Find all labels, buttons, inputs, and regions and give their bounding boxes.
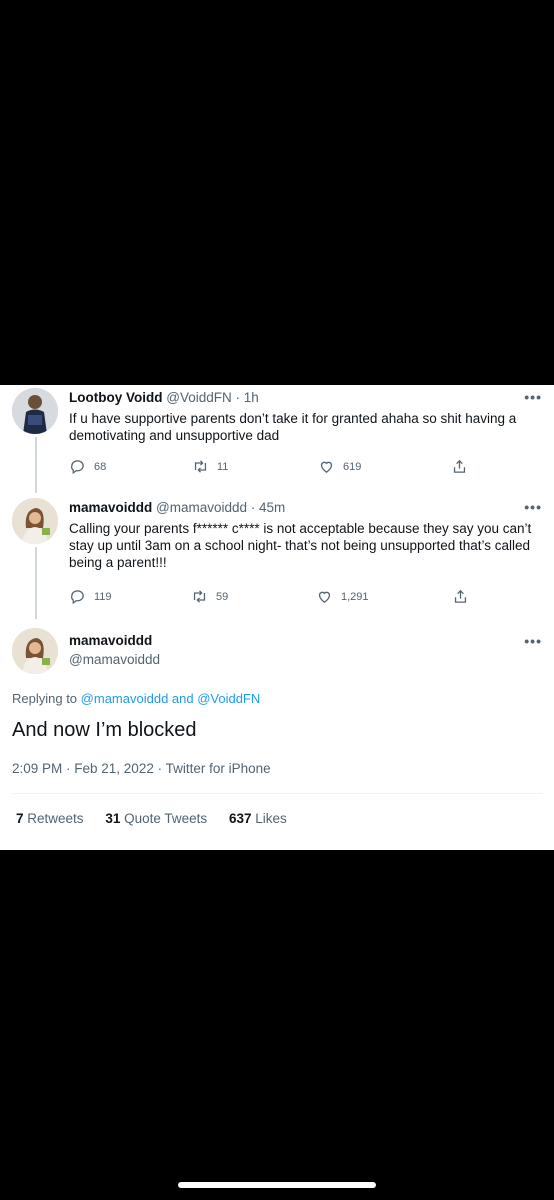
main-tweet-text: And now I’m blocked (12, 719, 197, 741)
avatar[interactable] (12, 628, 58, 674)
replying-prefix: Replying to (12, 691, 78, 706)
main-tweet: mamavoiddd @mamavoiddd ••• Replying to @… (0, 385, 554, 850)
tweet-stats: 7 Retweets 31 Quote Tweets 637 Likes (16, 811, 305, 826)
quote-tweets-stat[interactable]: 31 Quote Tweets (105, 811, 207, 826)
likes-stat[interactable]: 637 Likes (229, 811, 287, 826)
more-icon[interactable]: ••• (524, 633, 542, 649)
replying-to: Replying to @mamavoiddd and @VoiddFN (12, 691, 260, 706)
main-handle[interactable]: @mamavoiddd (69, 652, 160, 667)
tweet-thread-panel: Lootboy Voidd @VoiddFN · 1h ••• If u hav… (0, 385, 554, 850)
tweet-timestamp[interactable]: 2:09 PM · Feb 21, 2022 · Twitter for iPh… (12, 761, 271, 776)
divider (12, 793, 542, 794)
replying-to-link[interactable]: @mamavoiddd and @VoiddFN (81, 691, 261, 706)
main-display-name[interactable]: mamavoiddd (69, 633, 152, 648)
retweets-stat[interactable]: 7 Retweets (16, 811, 84, 826)
home-indicator[interactable] (178, 1182, 376, 1188)
